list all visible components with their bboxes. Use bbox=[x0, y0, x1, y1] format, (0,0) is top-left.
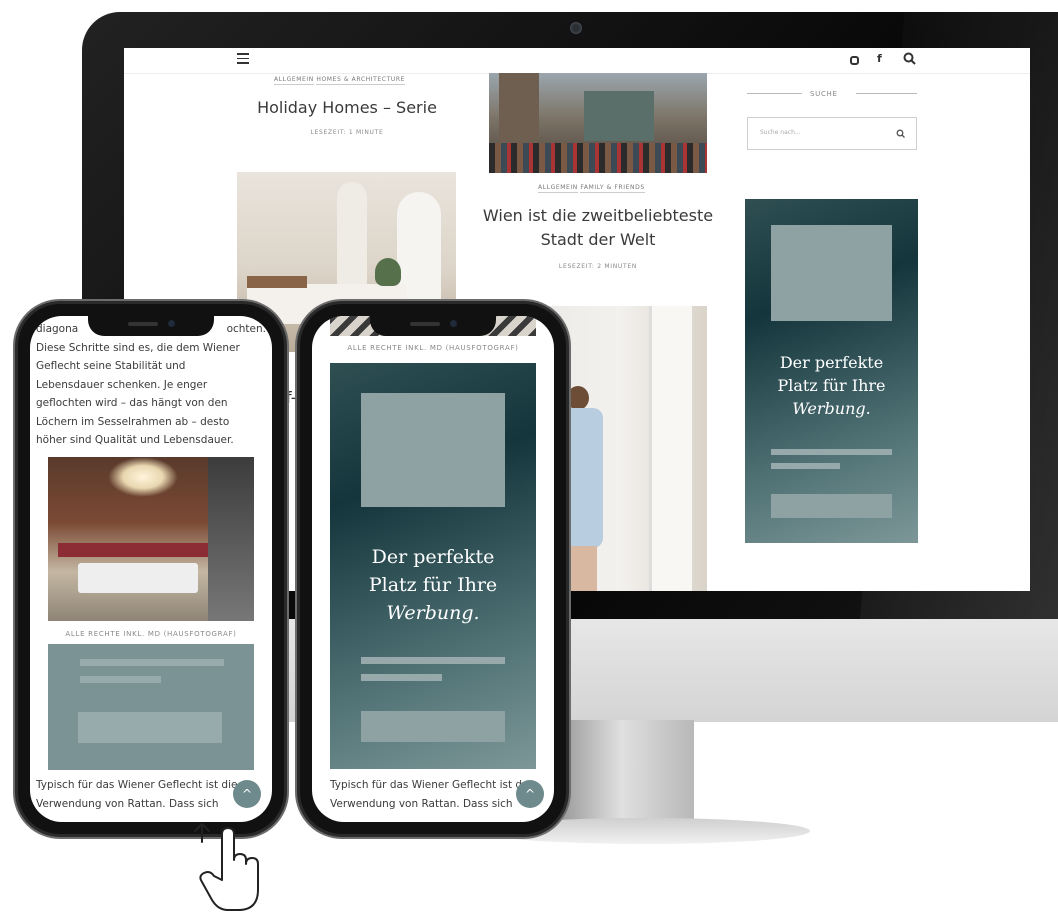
ad-image-placeholder bbox=[361, 393, 505, 507]
ad-text-line: Platz für Ihre bbox=[777, 376, 886, 395]
ad-banner[interactable] bbox=[48, 644, 254, 770]
post-title[interactable]: Wien ist die zweitbeliebteste Stadt der … bbox=[479, 204, 717, 252]
search-input[interactable]: Suche nach... bbox=[747, 117, 917, 150]
ad-text-line: Platz für Ihre bbox=[368, 574, 498, 596]
article-paragraph: diagona ochten. Diese Schritte sind es, … bbox=[36, 320, 266, 450]
phone-left-screen: diagona ochten. Diese Schritte sind es, … bbox=[30, 316, 272, 822]
paragraph-line: geflochten wird – das hängt von den bbox=[36, 397, 228, 409]
ad-line bbox=[771, 449, 892, 455]
ad-line bbox=[80, 659, 224, 666]
phone-right: ALLE RECHTE INKL. MD (HAUSFOTOGRAF) Der … bbox=[300, 304, 566, 834]
ad-text-line: Der perfekte bbox=[779, 353, 884, 372]
image-caption: ALLE RECHTE INKL. MD (HAUSFOTOGRAF) bbox=[347, 344, 519, 352]
chevron-up-icon: ^ bbox=[524, 787, 536, 801]
search-icon[interactable] bbox=[903, 52, 916, 65]
phone-left: diagona ochten. Diese Schritte sind es, … bbox=[18, 304, 284, 834]
post-image-vienna[interactable] bbox=[489, 73, 707, 173]
desktop-header: f bbox=[124, 48, 1030, 74]
facebook-icon[interactable]: f bbox=[877, 52, 882, 65]
post-category[interactable]: ALLGEMEIN HOMES & ARCHITECTURE bbox=[274, 76, 405, 85]
phone-right-screen: ALLE RECHTE INKL. MD (HAUSFOTOGRAF) Der … bbox=[312, 316, 554, 822]
paragraph-line: Löchern im Sesselrahmen ab – desto bbox=[36, 415, 230, 428]
ad-text: Der perfekte Platz für Ihre Werbung. bbox=[745, 351, 918, 420]
ad-text-line: Werbung. bbox=[792, 399, 871, 418]
ad-text-line: Werbung. bbox=[386, 602, 480, 624]
ad-text: Der perfekte Platz für Ihre Werbung. bbox=[330, 543, 536, 627]
paragraph-line: diagona bbox=[36, 323, 79, 335]
image-caption: ALLE RECHTE INKL. MD (HAUSFOTOGRAF) bbox=[65, 630, 237, 638]
ad-button-placeholder bbox=[78, 712, 222, 743]
scroll-to-top-button[interactable]: ^ bbox=[233, 780, 261, 808]
ad-line bbox=[361, 674, 442, 681]
article-image-restaurant[interactable] bbox=[48, 457, 254, 621]
swipe-up-hand-icon bbox=[194, 823, 259, 911]
ad-line bbox=[361, 657, 505, 664]
post-category[interactable]: ALLGEMEIN FAMILY & FRIENDS bbox=[538, 184, 645, 193]
instagram-icon[interactable] bbox=[850, 56, 859, 65]
phone-notch bbox=[88, 314, 214, 336]
paragraph-line: Diese Schritte sind es, die dem Wiener bbox=[36, 341, 240, 354]
post-meta: LESEZEIT: 1 MINUTE bbox=[310, 129, 384, 136]
ad-banner[interactable]: Der perfekte Platz für Ihre Werbung. bbox=[330, 363, 536, 769]
paragraph-line: Lebensdauer schenken. Je enger bbox=[36, 378, 208, 391]
monitor-stand-neck bbox=[562, 720, 694, 830]
ad-button-placeholder bbox=[361, 711, 505, 742]
paragraph-line: ochten. bbox=[226, 323, 266, 335]
divider bbox=[747, 93, 802, 94]
post-meta: LESEZEIT: 2 MINUTEN bbox=[558, 263, 638, 270]
phone-notch bbox=[370, 314, 496, 336]
camera-icon bbox=[570, 22, 582, 34]
divider bbox=[856, 93, 917, 94]
ad-line bbox=[80, 676, 161, 683]
chevron-up-icon: ^ bbox=[241, 787, 253, 801]
scroll-to-top-button[interactable]: ^ bbox=[516, 780, 544, 808]
ad-image-placeholder bbox=[771, 225, 892, 321]
paragraph-line: Geflecht seine Stabilität und bbox=[36, 360, 186, 372]
post-title-line: Wien ist die zweitbeliebteste bbox=[482, 206, 714, 225]
ad-line bbox=[771, 463, 840, 469]
search-heading: SUCHE bbox=[810, 90, 838, 98]
ad-banner[interactable]: Der perfekte Platz für Ihre Werbung. bbox=[745, 199, 918, 543]
menu-icon[interactable] bbox=[237, 53, 249, 64]
search-icon[interactable] bbox=[896, 129, 905, 138]
post-title[interactable]: Holiday Homes – Serie bbox=[242, 96, 452, 120]
paragraph-line: höher sind Qualität und Lebensdauer. bbox=[36, 434, 234, 446]
post-title-line: Stadt der Welt bbox=[540, 230, 656, 249]
ad-text-line: Der perfekte bbox=[371, 546, 495, 568]
search-placeholder: Suche nach... bbox=[760, 129, 801, 136]
ad-button-placeholder bbox=[771, 494, 892, 518]
